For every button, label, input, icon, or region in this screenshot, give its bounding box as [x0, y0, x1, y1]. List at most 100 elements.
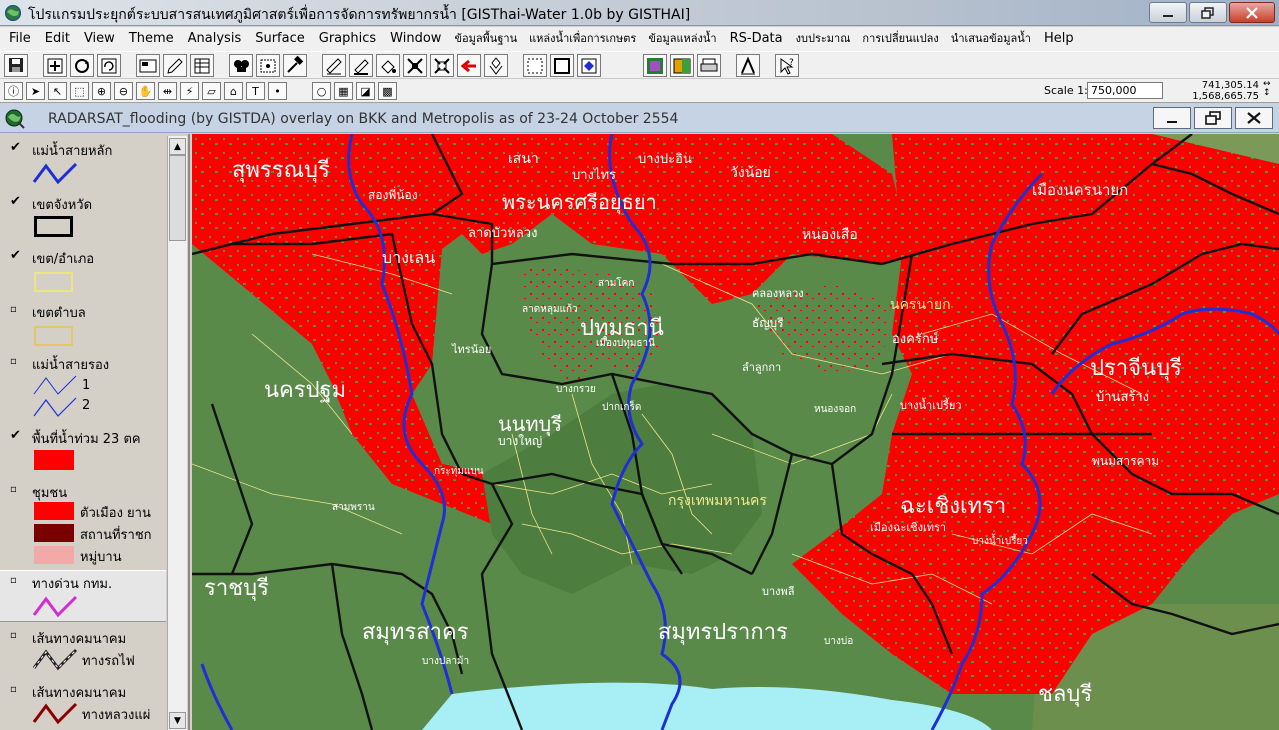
zoom-prev-button[interactable] [457, 54, 481, 77]
layer-checkbox[interactable]: ✔ [10, 249, 23, 262]
menu-item[interactable]: ข้อมูลแหล่งน้ำ [642, 27, 722, 51]
menu-item[interactable]: Surface [248, 27, 312, 51]
legend-scrollbar[interactable]: ▲ ▼ [167, 136, 187, 730]
legend-layer-highway[interactable]: ▫ เส้นทางคมนาคม ทางหลวงแผ่ [0, 680, 166, 730]
legend-layer-district[interactable]: ✔ เขต/อำเภอ [0, 246, 166, 298]
menu-item[interactable]: ข้อมูลพื้นฐาน [448, 27, 523, 51]
text-tool-button[interactable]: T [246, 82, 265, 100]
paint-button[interactable] [376, 54, 400, 77]
legend-layer-railway[interactable]: ▫ เส้นทางคมนาคม ทางรถไฟ [0, 626, 166, 676]
save-button[interactable] [4, 54, 28, 77]
layer-checkbox-empty[interactable]: ▫ [10, 483, 23, 496]
scale-input[interactable] [1087, 82, 1163, 99]
legend-layer-community[interactable]: ▫ ชุมชน ตัวเมือง ยาน สถานที่ราชก หมู่บาน [0, 480, 166, 570]
layout-button[interactable] [136, 54, 160, 77]
legend-layer-subdistrict[interactable]: ▫ เขตตำบล [0, 300, 166, 352]
help-button[interactable]: ? [775, 54, 799, 77]
hand-tool-button[interactable]: ✋ [136, 82, 155, 100]
menu-item[interactable]: View [77, 27, 122, 51]
legend-layer-expressway[interactable]: ▫ ทางด่วน กทม. [0, 570, 166, 622]
layer-checkbox[interactable]: ✔ [10, 141, 23, 154]
menu-item[interactable]: Analysis [181, 27, 249, 51]
view-minimize-button[interactable] [1153, 107, 1191, 129]
map-label-samut-prakan: สมุทรปราการ [658, 620, 788, 645]
grid2-tool-button[interactable]: ▩ [378, 82, 397, 100]
zoom-active-button[interactable] [430, 54, 454, 77]
menu-item[interactable]: Theme [122, 27, 181, 51]
maximize-button[interactable] [1189, 2, 1227, 23]
print-button[interactable] [697, 54, 721, 77]
picture-tool-button[interactable]: ▦ [334, 82, 353, 100]
point-tool-button[interactable]: • [268, 82, 287, 100]
globe-button[interactable] [643, 54, 667, 77]
close-button[interactable] [1229, 2, 1275, 23]
view-close-button[interactable] [1235, 107, 1273, 129]
menu-item[interactable]: Help [1037, 27, 1081, 51]
menu-item[interactable]: แหล่งน้ำเพื่อการเกษตร [523, 27, 642, 51]
menu-item[interactable]: Graphics [312, 27, 383, 51]
zoom-in-tool-button[interactable]: ⊕ [92, 82, 111, 100]
menu-item[interactable]: Edit [38, 27, 77, 51]
measure-tool-button[interactable]: ⇹ [158, 82, 177, 100]
table-button[interactable] [190, 54, 214, 77]
hotlink-tool-button[interactable]: ⚡ [180, 82, 199, 100]
query-button[interactable] [322, 54, 346, 77]
palette-tool-button[interactable]: ◪ [356, 82, 375, 100]
community-class-village: หมู่บาน [80, 550, 122, 565]
circle-tool-button[interactable]: ○ [312, 82, 331, 100]
layer-checkbox-empty[interactable]: ▫ [10, 303, 23, 316]
find-button[interactable] [229, 54, 253, 77]
scroll-down-icon[interactable]: ▼ [169, 712, 186, 729]
layer-checkbox-empty[interactable]: ▫ [10, 629, 23, 642]
label-tool-button[interactable]: ⌂ [224, 82, 243, 100]
layer-name: เขต/อำเภอ [32, 252, 95, 267]
diamond-button[interactable] [577, 54, 601, 77]
zoom-out-tool-button[interactable]: ⊖ [114, 82, 133, 100]
legend-layer-minor-river[interactable]: ▫ แม่น้ำสายรอง 1 2 [0, 352, 166, 422]
query2-button[interactable] [349, 54, 373, 77]
pointer-tool-button[interactable]: ➤ [26, 82, 45, 100]
layer-checkbox-empty[interactable]: ▫ [10, 683, 23, 696]
select-box-tool-button[interactable]: ⬚ [70, 82, 89, 100]
scroll-up-icon[interactable]: ▲ [169, 138, 186, 155]
legend-layer-main-river[interactable]: ✔ แม่น้ำสายหลัก [0, 138, 166, 190]
map-label-district: กระทุ่มแบน [434, 466, 484, 477]
menu-item[interactable]: นำเสนอข้อมูลน้ำ [945, 27, 1037, 51]
map-label-district: ลำลูกกา [742, 361, 782, 374]
layer-checkbox-empty[interactable]: ▫ [10, 574, 23, 587]
vertex-tool-button[interactable]: ↖ [48, 82, 67, 100]
hammer-button[interactable] [283, 54, 307, 77]
menu-item[interactable]: งบประมาณ [790, 27, 857, 51]
menu-item[interactable]: การเปลี่ยนแปลง [856, 27, 944, 51]
layer-checkbox[interactable]: ✔ [10, 429, 23, 442]
zoom-extent-button[interactable] [403, 54, 427, 77]
layer-checkbox-empty[interactable]: ▫ [10, 355, 23, 368]
close-icon [1246, 6, 1258, 19]
view-restore-button[interactable] [1194, 107, 1232, 129]
edit-button[interactable] [163, 54, 187, 77]
menu-item[interactable]: RS-Data [723, 27, 790, 51]
layer-checkbox[interactable]: ✔ [10, 195, 23, 208]
frame-button[interactable] [550, 54, 574, 77]
info-tool-button[interactable]: ⓘ [4, 82, 23, 100]
text-doc-button[interactable] [736, 54, 760, 77]
cycle-button[interactable] [70, 54, 94, 77]
map-label-district: คลองหลวง [752, 287, 804, 300]
menu-item[interactable]: Window [383, 27, 448, 51]
pan-button[interactable] [484, 54, 508, 77]
minimize-icon [1163, 14, 1173, 17]
legend-layer-province[interactable]: ✔ เขตจังหวัด [0, 192, 166, 244]
map-label-district: เมืองปทุมธานี [596, 338, 655, 349]
grid-button[interactable] [523, 54, 547, 77]
add-theme-button[interactable] [43, 54, 67, 77]
scroll-thumb[interactable] [169, 155, 186, 241]
legend-button[interactable] [670, 54, 694, 77]
minimize-button[interactable] [1149, 2, 1187, 23]
menu-bar: File Edit View Theme Analysis Surface Graphics… [0, 27, 1279, 51]
legend-layer-flood[interactable]: ✔ พื้นที่น้ำท่วม 23 ตค [0, 426, 166, 476]
area-tool-button[interactable]: ▱ [202, 82, 221, 100]
menu-item[interactable]: File [2, 27, 38, 51]
refresh-button[interactable] [97, 54, 121, 77]
map-canvas[interactable]: สุพรรณบุรี พระนครศรีอยุธยา นครปฐม ปทุมธา… [192, 134, 1279, 730]
select-button[interactable] [256, 54, 280, 77]
